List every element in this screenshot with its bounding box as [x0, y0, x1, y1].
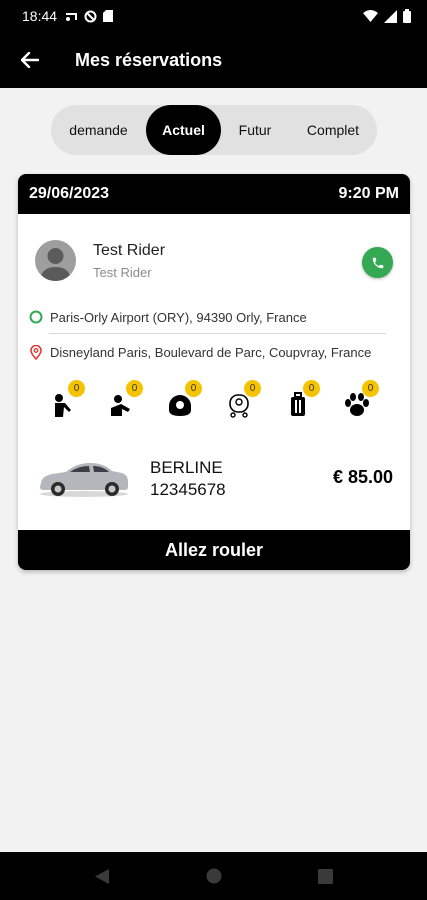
arrow-left-icon [21, 52, 39, 68]
dropoff-address: Disneyland Paris, Boulevard de Parc, Cou… [28, 344, 371, 360]
start-ride-button[interactable]: Allez rouler [18, 530, 410, 570]
option-count: 0 [185, 380, 202, 397]
booking-time: 9:20 PM [338, 185, 399, 202]
nav-home-icon[interactable] [206, 868, 222, 884]
nav-recents-icon[interactable] [318, 868, 333, 884]
booking-date: 29/06/2023 [29, 185, 110, 202]
option-luggage: 0 [281, 380, 321, 420]
option-count: 0 [68, 380, 85, 397]
user-icon [40, 248, 71, 281]
dropoff-text: Disneyland Paris, Boulevard de Parc, Cou… [50, 344, 372, 360]
location-pin-icon [30, 344, 42, 360]
battery-icon [403, 9, 411, 23]
no-sync-icon [84, 10, 97, 22]
pickup-text: Paris-Orly Airport (ORY), 94390 Orly, Fr… [50, 309, 307, 325]
app-bar: Mes réservations [0, 32, 427, 88]
option-count: 0 [303, 380, 320, 397]
rider-subtitle: Test Rider [93, 264, 152, 280]
vehicle-plate: 12345678 [150, 480, 226, 499]
rider-name: Test Rider [93, 241, 166, 259]
option-baby-carrier: 0 [163, 380, 203, 420]
booking-price: € 85.00 [332, 467, 393, 487]
vehicle-image [38, 456, 130, 503]
pickup-address: Paris-Orly Airport (ORY), 94390 Orly, Fr… [28, 309, 307, 325]
vehicle-info: BERLINE 12345678 [150, 457, 226, 501]
tab-actuel[interactable]: Actuel [146, 105, 221, 155]
address-divider [49, 333, 386, 334]
car-icon [40, 463, 128, 497]
vehicle-category: BERLINE [150, 458, 223, 477]
sd-card-icon [103, 10, 114, 22]
option-count: 0 [126, 380, 143, 397]
call-button[interactable] [362, 247, 393, 278]
booking-header: 29/06/2023 9:20 PM [18, 174, 410, 214]
booking-card[interactable]: 29/06/2023 9:20 PM Test Rider Test Rider… [18, 174, 410, 570]
system-nav-bar [0, 852, 427, 900]
option-count: 0 [362, 380, 379, 397]
option-count: 0 [244, 380, 261, 397]
ride-options: 0 0 0 0 0 0 [46, 380, 386, 420]
option-pram: 0 [222, 380, 262, 420]
pickup-circle-icon [29, 310, 43, 324]
wifi-icon [363, 10, 378, 22]
signal-icon [384, 9, 397, 23]
option-pet: 0 [340, 380, 380, 420]
page-title: Mes réservations [75, 49, 223, 70]
cast-icon [66, 13, 78, 21]
avatar [35, 240, 76, 281]
status-bar: 18:44 [0, 0, 427, 32]
option-booster-seat: 0 [104, 380, 144, 420]
phone-icon [372, 257, 383, 268]
tab-demande[interactable]: demande [51, 105, 146, 155]
rider-info: Test Rider Test Rider [35, 240, 165, 281]
status-time: 18:44 [22, 8, 58, 24]
tab-futur[interactable]: Futur [221, 105, 289, 155]
booking-tabs: demande Actuel Futur Complet [51, 105, 377, 155]
option-child-seat: 0 [46, 380, 86, 420]
tab-complet[interactable]: Complet [289, 105, 377, 155]
back-button[interactable] [0, 32, 60, 88]
nav-back-icon[interactable] [94, 868, 110, 885]
